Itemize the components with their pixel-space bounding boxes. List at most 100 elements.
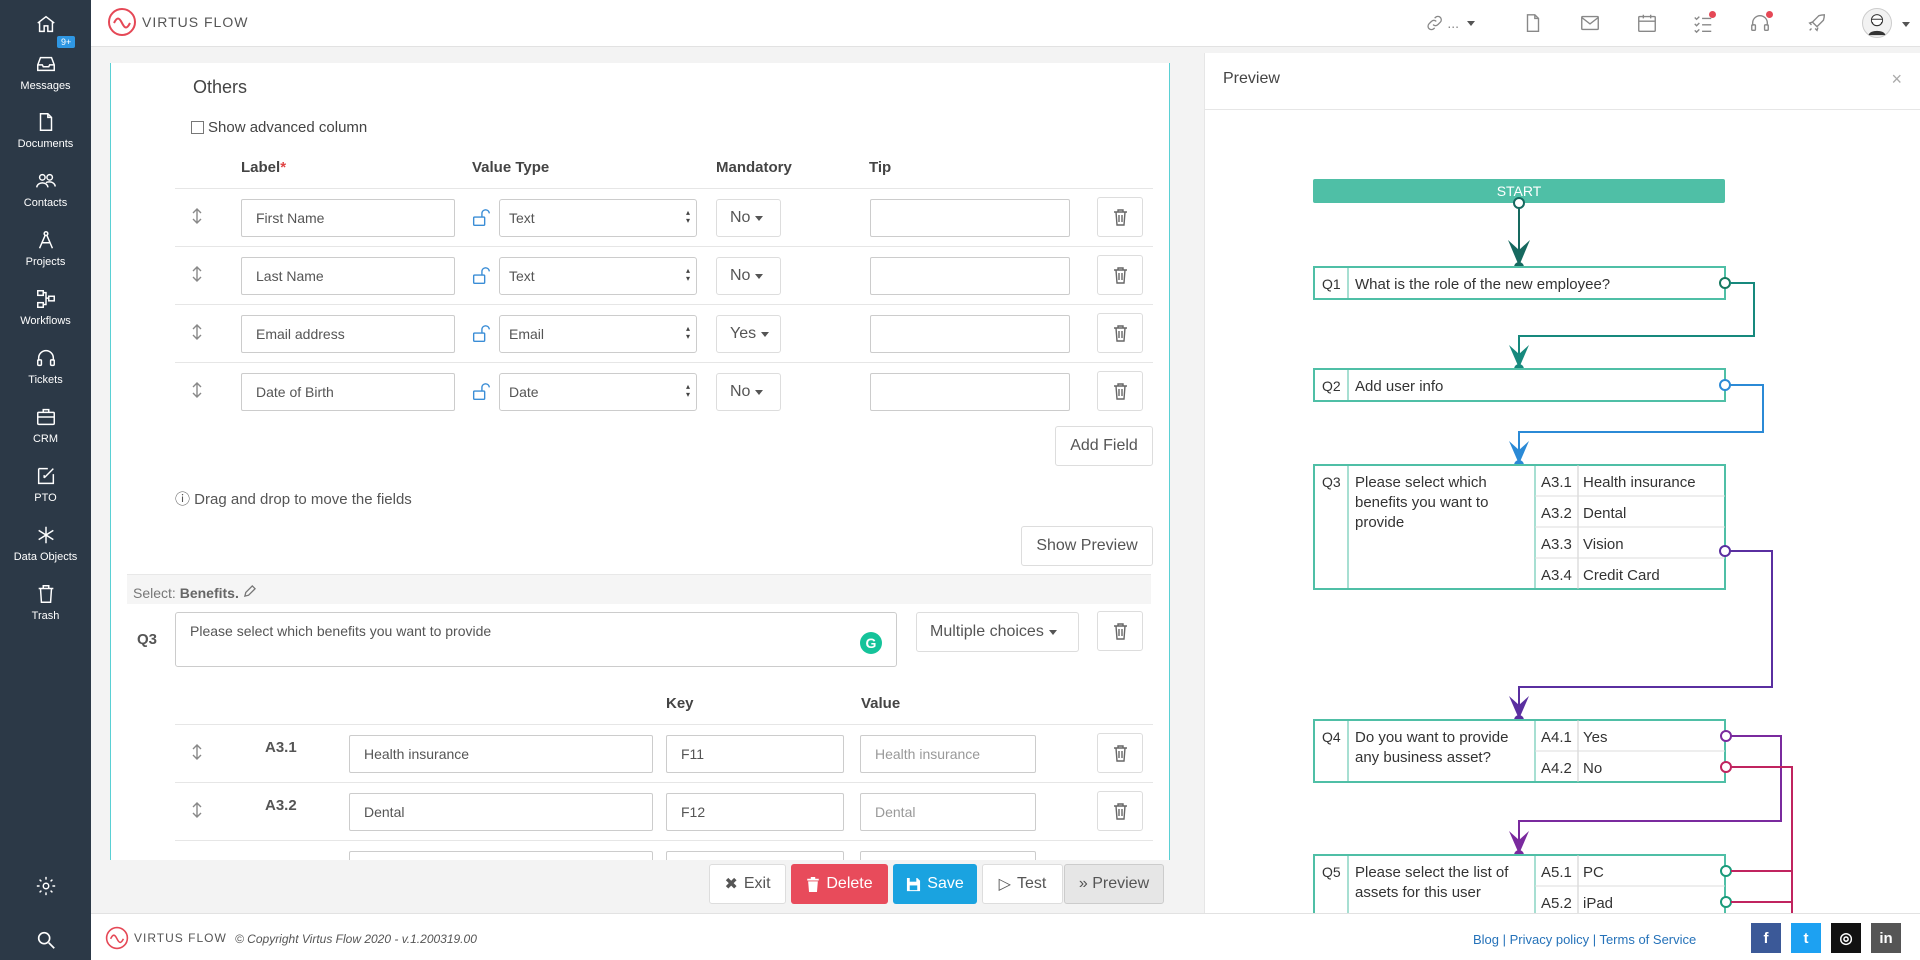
drag-handle-icon[interactable] [191, 206, 203, 226]
sidebar-item-projects[interactable]: Projects [0, 210, 91, 268]
connector-dot [1720, 730, 1732, 742]
tasks-button[interactable] [1692, 11, 1716, 34]
mandatory-dropdown[interactable]: Yes [716, 315, 781, 353]
drag-handle-icon[interactable] [191, 322, 203, 342]
question-text-input[interactable]: Please select which benefits you want to… [175, 612, 897, 667]
support-button[interactable] [1749, 11, 1773, 34]
sidebar-item-workflows[interactable]: Workflows [0, 269, 91, 327]
answer-value-input[interactable]: Health insurance [860, 735, 1036, 773]
show-advanced-checkbox[interactable] [191, 121, 204, 134]
value-type-select[interactable]: Email [499, 315, 697, 353]
sidebar-item-documents[interactable]: Documents [0, 92, 91, 150]
field-label-input[interactable]: Last Name [241, 257, 455, 295]
exit-button[interactable]: ✖ Exit [709, 864, 786, 904]
field-row: First Name Text No [175, 188, 1153, 246]
delete-field-button[interactable] [1097, 255, 1143, 295]
mandatory-dropdown[interactable]: No [716, 257, 781, 295]
preview-button[interactable]: » Preview [1064, 864, 1164, 904]
pencil-icon[interactable] [243, 585, 256, 598]
grammarly-icon[interactable]: G [860, 632, 882, 654]
unlock-icon[interactable] [470, 207, 492, 229]
user-avatar[interactable] [1862, 8, 1892, 38]
asterisk-icon [37, 526, 54, 544]
q4-node: Q4 Do you want to provide any business a… [1313, 719, 1726, 783]
mandatory-dropdown[interactable]: No [716, 373, 781, 411]
test-button[interactable]: ▷ Test [982, 864, 1063, 904]
answer-key-input[interactable] [666, 851, 844, 860]
answer-value-input[interactable] [860, 851, 1036, 860]
delete-field-button[interactable] [1097, 313, 1143, 353]
close-preview-icon[interactable]: × [1891, 69, 1902, 90]
sidebar-item-pto[interactable]: PTO [0, 446, 91, 504]
linkedin-icon[interactable]: in [1871, 923, 1901, 953]
value-type-select[interactable]: Date [499, 373, 697, 411]
mail-button[interactable] [1579, 12, 1601, 34]
show-advanced-toggle[interactable]: Show advanced column [191, 119, 367, 136]
answer-row: A3.2 Dental F12 Dental [175, 782, 1153, 840]
delete-question-button[interactable] [1097, 611, 1143, 651]
chevron-down-icon[interactable] [1902, 22, 1910, 27]
facebook-icon[interactable]: f [1751, 923, 1781, 953]
answer-value-input[interactable]: Dental [860, 793, 1036, 831]
twitter-icon[interactable]: t [1791, 923, 1821, 953]
mandatory-dropdown[interactable]: No [716, 199, 781, 237]
drag-handle-icon[interactable] [191, 800, 203, 820]
value-type-select[interactable]: Text [499, 199, 697, 237]
sidebar-item-tickets[interactable]: Tickets [0, 328, 91, 386]
drag-handle-icon[interactable] [191, 264, 203, 284]
app-logo[interactable]: VIRTUS FLOW [107, 7, 248, 37]
sidebar-item-data-objects[interactable]: Data Objects [0, 505, 91, 563]
a3-2-id: A3.2 [1541, 505, 1572, 522]
answer-label-input[interactable]: Health insurance [349, 735, 653, 773]
sidebar-item-crm[interactable]: CRM [0, 387, 91, 445]
field-row: Last Name Text No [175, 246, 1153, 304]
answer-key-input[interactable]: F11 [666, 735, 844, 773]
delete-field-button[interactable] [1097, 371, 1143, 411]
save-button[interactable]: Save [893, 864, 977, 904]
delete-field-button[interactable] [1097, 197, 1143, 237]
workflow-diagram: START Q1 What is the role of the new emp… [1313, 179, 1793, 913]
drag-handle-icon[interactable] [191, 742, 203, 762]
sidebar-item-messages[interactable]: 9+ Messages [0, 34, 91, 92]
instagram-icon[interactable]: ◎ [1831, 923, 1861, 953]
preview-title: Preview [1223, 70, 1280, 87]
delete-button[interactable]: Delete [791, 864, 888, 904]
unlock-icon[interactable] [470, 323, 492, 345]
sidebar-item-label: Workflows [20, 315, 71, 327]
field-label-input[interactable]: Email address [241, 315, 455, 353]
tip-input[interactable] [870, 315, 1070, 353]
launch-button[interactable] [1806, 12, 1828, 34]
a5-1-label: PC [1583, 864, 1604, 881]
settings-button[interactable] [0, 870, 91, 902]
delete-answer-button[interactable] [1097, 791, 1143, 831]
footer-links[interactable]: Blog | Privacy policy | Terms of Service [1473, 932, 1696, 947]
search-button[interactable] [0, 926, 91, 956]
link-menu[interactable]: ... [1425, 12, 1475, 34]
sidebar-item-trash[interactable]: Trash [0, 564, 91, 622]
documents-button[interactable] [1522, 12, 1544, 34]
sidebar-item-contacts[interactable]: Contacts [0, 151, 91, 209]
drag-handle-icon[interactable] [191, 380, 203, 400]
unlock-icon[interactable] [470, 265, 492, 287]
answer-type-dropdown[interactable]: Multiple choices [916, 612, 1079, 652]
select-variable-bar: Select: Benefits. [127, 574, 1151, 604]
tip-input[interactable] [870, 257, 1070, 295]
field-label-input[interactable]: First Name [241, 199, 455, 237]
unlock-icon[interactable] [470, 381, 492, 403]
value-type-select[interactable]: Text [499, 257, 697, 295]
a3-1-label: Health insurance [1583, 474, 1696, 491]
q5-node: Q5 Please select the list of assets for … [1313, 854, 1726, 913]
add-field-button[interactable]: Add Field [1055, 426, 1153, 466]
a3-4-id: A3.4 [1541, 567, 1572, 584]
calendar-button[interactable] [1636, 12, 1658, 34]
show-preview-button[interactable]: Show Preview [1021, 526, 1153, 566]
tip-input[interactable] [870, 373, 1070, 411]
field-label-input[interactable]: Date of Birth [241, 373, 455, 411]
question-text: Please select which benefits you want to… [190, 623, 492, 639]
delete-answer-button[interactable] [1097, 733, 1143, 773]
a5-2-label: iPad [1583, 895, 1613, 912]
answer-label-input[interactable]: Dental [349, 793, 653, 831]
answer-label-input[interactable] [349, 851, 653, 860]
answer-key-input[interactable]: F12 [666, 793, 844, 831]
tip-input[interactable] [870, 199, 1070, 237]
